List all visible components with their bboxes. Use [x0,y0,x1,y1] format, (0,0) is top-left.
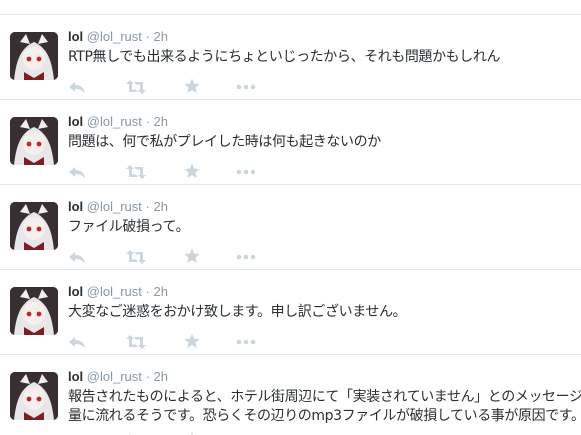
star-icon[interactable] [184,78,200,96]
display-name[interactable]: lol [68,284,83,299]
tweet-text: 問題は、何で私がプレイした時は何も起きないのか [68,134,381,150]
tweet-header: lol @lol_rust · 2h [68,368,168,386]
tweet[interactable]: lol @lol_rust · 2h 問題は、何で私がプレイした時は何も起きない… [0,109,581,194]
retweet-icon[interactable] [125,163,147,181]
more-icon[interactable] [236,248,256,266]
tweet-actions [68,248,288,266]
star-icon[interactable] [184,163,200,181]
tweet-timestamp[interactable]: 2h [154,284,168,299]
user-handle[interactable]: @lol_rust [87,369,142,384]
more-icon[interactable] [236,163,256,181]
tweet[interactable]: lol @lol_rust · 2h ファイル破損って。 [0,194,581,279]
tweet-timestamp[interactable]: 2h [154,369,168,384]
user-handle[interactable]: @lol_rust [87,199,142,214]
star-icon[interactable] [184,333,200,351]
meta-separator: · [145,284,150,299]
avatar[interactable] [10,372,58,420]
tweet-divider [0,99,581,100]
display-name[interactable]: lol [68,114,83,129]
reply-icon[interactable] [68,248,86,266]
meta-separator: · [145,29,150,44]
avatar[interactable] [10,117,58,165]
user-handle[interactable]: @lol_rust [87,114,142,129]
tweet-divider [0,269,581,270]
tweet-divider [0,184,581,185]
tweet-actions [68,333,288,351]
more-icon[interactable] [236,78,256,96]
tweet-text-line: 報告されたものによると、ホテル街周辺にて「実装されていません」とのメッセージが大 [68,389,581,405]
retweet-icon[interactable] [125,78,147,96]
tweet-header: lol @lol_rust · 2h [68,283,168,301]
meta-separator: · [145,369,150,384]
meta-separator: · [145,114,150,129]
avatar[interactable] [10,32,58,80]
display-name[interactable]: lol [68,29,83,44]
tweet-divider [0,354,581,355]
user-handle[interactable]: @lol_rust [87,284,142,299]
tweet-actions [68,163,288,181]
display-name[interactable]: lol [68,199,83,214]
tweet-header: lol @lol_rust · 2h [68,113,168,131]
tweet-timestamp[interactable]: 2h [154,199,168,214]
avatar[interactable] [10,202,58,250]
tweet-text: 大変なご迷惑をおかけ致します。申し訳ございません。 [68,304,407,320]
tweet[interactable]: lol @lol_rust · 2h 報告されたものによると、ホテル街周辺にて「… [0,364,581,435]
tweet-text: ファイル破損って。 [68,219,190,235]
star-icon[interactable] [184,248,200,266]
tweet-actions [68,78,288,96]
reply-icon[interactable] [68,78,86,96]
user-handle[interactable]: @lol_rust [87,29,142,44]
tweet-header: lol @lol_rust · 2h [68,28,168,46]
more-icon[interactable] [236,333,256,351]
tweet-timestamp[interactable]: 2h [154,29,168,44]
reply-icon[interactable] [68,163,86,181]
tweet-header: lol @lol_rust · 2h [68,198,168,216]
retweet-icon[interactable] [125,333,147,351]
display-name[interactable]: lol [68,369,83,384]
timeline: lol @lol_rust · 2h RTP無しでも出来るようにちょといじったか… [0,0,581,435]
tweet[interactable]: lol @lol_rust · 2h RTP無しでも出来るようにちょといじったか… [0,24,581,109]
tweet-text: 報告されたものによると、ホテル街周辺にて「実装されていません」とのメッセージが大… [68,388,581,426]
tweet-text-line: 量に流れるそうです。恐らくその辺りのmp3ファイルが破損している事が原因です。 [68,408,581,424]
reply-icon[interactable] [68,333,86,351]
tweet-text: RTP無しでも出来るようにちょといじったから、それも問題かもしれん [68,49,501,65]
retweet-icon[interactable] [125,248,147,266]
tweet-divider [0,14,581,15]
meta-separator: · [145,199,150,214]
tweet-timestamp[interactable]: 2h [154,114,168,129]
tweet[interactable]: lol @lol_rust · 2h 大変なご迷惑をおかけ致します。申し訳ござい… [0,279,581,364]
avatar[interactable] [10,287,58,335]
